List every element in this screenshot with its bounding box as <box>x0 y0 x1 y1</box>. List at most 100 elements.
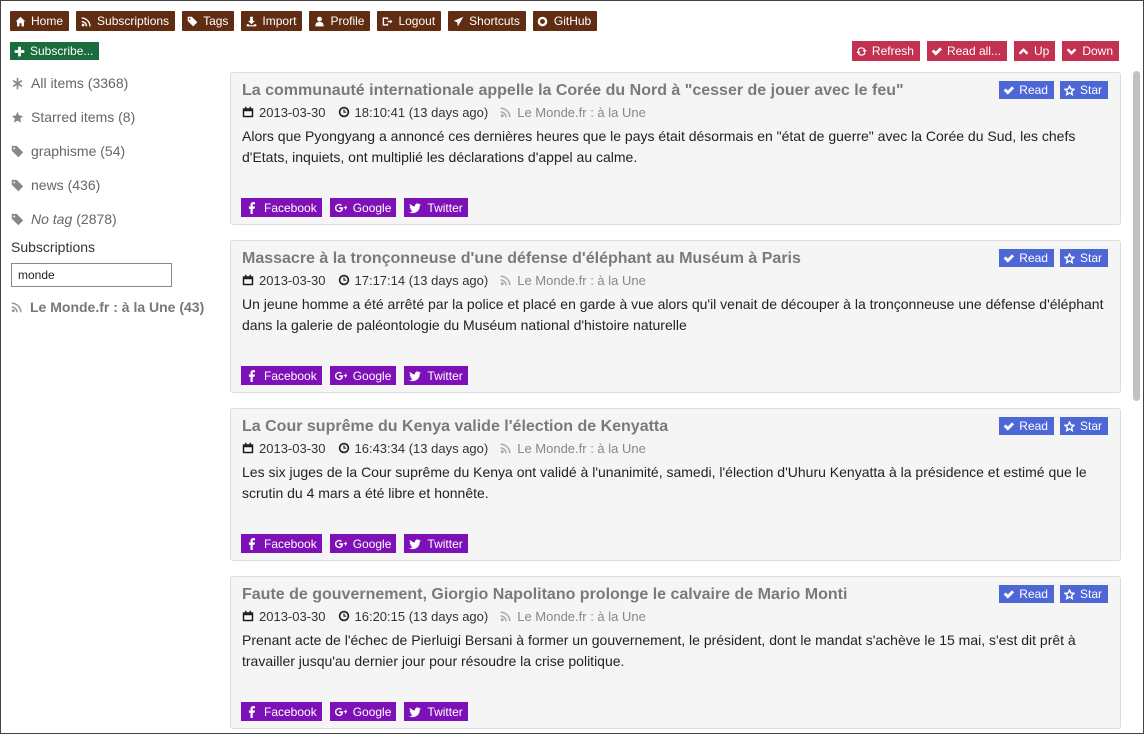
nav-shortcuts-button[interactable]: Shortcuts <box>448 11 526 31</box>
sidebar-item-feed-le-monde[interactable]: Le Monde.fr : à la Une (43) <box>11 299 211 315</box>
refresh-label: Refresh <box>871 44 914 58</box>
nav-import-button[interactable]: Import <box>241 11 303 31</box>
article-card: La communauté internationale appelle la … <box>230 72 1121 225</box>
article-time: 16:20:15 (13 days ago) <box>354 608 489 624</box>
read-all-label: Read all... <box>946 44 1001 58</box>
refresh-button[interactable]: Refresh <box>851 41 920 61</box>
twitter-icon <box>409 538 422 550</box>
tag-graphisme-count: (54) <box>100 143 126 159</box>
article-actions: Read Star <box>999 585 1108 603</box>
nav-tags-label: Tags <box>203 14 229 28</box>
sidebar-item-starred[interactable]: Starred items (8) <box>11 100 211 134</box>
subscribe-button[interactable]: Subscribe... <box>10 42 100 60</box>
nav-import-label: Import <box>262 14 297 28</box>
down-button[interactable]: Down <box>1062 41 1119 61</box>
read-all-button[interactable]: Read all... <box>926 41 1007 61</box>
star-button[interactable]: Star <box>1059 585 1108 603</box>
mark-read-label: Read <box>1019 251 1048 265</box>
up-button[interactable]: Up <box>1013 41 1056 61</box>
all-items-label: All items <box>31 75 84 91</box>
article-actions: Read Star <box>999 81 1108 99</box>
mark-read-button[interactable]: Read <box>999 417 1054 435</box>
share-google-button[interactable]: Google <box>329 198 397 217</box>
share-buttons: Facebook Google Twitter <box>241 198 468 217</box>
page-scrollbar[interactable] <box>1132 69 1141 733</box>
google-plus-icon <box>334 202 347 214</box>
article-title[interactable]: Faute de gouvernement, Giorgio Napolitan… <box>242 585 1110 605</box>
article-meta: 2013-03-30 17:17:14 (13 days ago) Le Mon… <box>242 272 1110 288</box>
nav-home-button[interactable]: Home <box>10 11 70 31</box>
article-body: Alors que Pyongyang a annoncé ces derniè… <box>242 128 1076 165</box>
share-twitter-label: Twitter <box>427 704 463 719</box>
no-tag-count: (2878) <box>76 211 117 227</box>
share-twitter-button[interactable]: Twitter <box>404 198 468 217</box>
star-button[interactable]: Star <box>1059 417 1108 435</box>
star-outline-icon <box>1063 84 1080 96</box>
share-buttons: Facebook Google Twitter <box>241 534 468 553</box>
sidebar-item-tag-news[interactable]: news (436) <box>11 168 211 202</box>
mark-read-button[interactable]: Read <box>999 81 1054 99</box>
share-twitter-label: Twitter <box>427 200 463 215</box>
article-source-link[interactable]: Le Monde.fr : à la Une <box>517 273 646 288</box>
twitter-icon <box>409 202 422 214</box>
nav-profile-button[interactable]: Profile <box>309 11 371 31</box>
nav-github-button[interactable]: GitHub <box>532 11 598 31</box>
nav-subscriptions-button[interactable]: Subscriptions <box>76 11 176 31</box>
facebook-icon <box>246 369 258 382</box>
share-facebook-button[interactable]: Facebook <box>241 534 322 553</box>
share-twitter-button[interactable]: Twitter <box>404 534 468 553</box>
sidebar-item-all-items[interactable]: All items (3368) <box>11 66 211 100</box>
share-twitter-button[interactable]: Twitter <box>404 702 468 721</box>
sidebar-item-tag-graphisme[interactable]: graphisme (54) <box>11 134 211 168</box>
feed-label: Le Monde.fr : à la Une (43) <box>30 299 205 315</box>
asterisk-icon <box>11 76 25 90</box>
share-buttons: Facebook Google Twitter <box>241 366 468 385</box>
mark-read-button[interactable]: Read <box>999 249 1054 267</box>
top-navigation: Home Subscriptions Tags Import Profile L… <box>10 11 598 31</box>
share-facebook-label: Facebook <box>264 704 317 719</box>
twitter-icon <box>409 370 422 382</box>
rss-icon <box>11 301 30 313</box>
share-google-button[interactable]: Google <box>329 366 397 385</box>
article-source-link[interactable]: Le Monde.fr : à la Une <box>517 441 646 456</box>
star-button[interactable]: Star <box>1059 249 1108 267</box>
article-meta: 2013-03-30 16:43:34 (13 days ago) Le Mon… <box>242 440 1110 456</box>
share-facebook-button[interactable]: Facebook <box>241 198 322 217</box>
star-icon <box>11 110 25 124</box>
article-source-link[interactable]: Le Monde.fr : à la Une <box>517 609 646 624</box>
tags-icon <box>186 15 198 27</box>
download-icon <box>245 15 257 27</box>
share-google-button[interactable]: Google <box>329 534 397 553</box>
share-facebook-label: Facebook <box>264 368 317 383</box>
plane-icon <box>452 15 464 27</box>
article-meta: 2013-03-30 18:10:41 (13 days ago) Le Mon… <box>242 104 1110 120</box>
nav-subscriptions-label: Subscriptions <box>97 14 170 28</box>
nav-logout-button[interactable]: Logout <box>377 11 442 31</box>
chevron-down-icon <box>1066 46 1082 57</box>
article-title[interactable]: La communauté internationale appelle la … <box>242 81 1110 101</box>
article-date: 2013-03-30 <box>259 272 326 288</box>
nav-tags-button[interactable]: Tags <box>182 11 235 31</box>
nav-home-label: Home <box>31 14 64 28</box>
sidebar-item-no-tag[interactable]: No tag (2878) <box>11 202 211 236</box>
share-twitter-label: Twitter <box>427 368 463 383</box>
star-button[interactable]: Star <box>1059 81 1108 99</box>
mark-read-button[interactable]: Read <box>999 585 1054 603</box>
article-date: 2013-03-30 <box>259 440 326 456</box>
starred-label: Starred items <box>31 109 115 125</box>
scrollbar-thumb[interactable] <box>1133 71 1140 401</box>
star-label: Star <box>1079 83 1102 97</box>
article-card: La Cour suprême du Kenya valide l'électi… <box>230 408 1121 561</box>
article-date: 2013-03-30 <box>259 608 326 624</box>
article-title[interactable]: La Cour suprême du Kenya valide l'électi… <box>242 417 1110 437</box>
share-google-button[interactable]: Google <box>329 702 397 721</box>
subscription-search-input[interactable] <box>11 263 172 287</box>
share-facebook-button[interactable]: Facebook <box>241 702 322 721</box>
share-facebook-button[interactable]: Facebook <box>241 366 322 385</box>
article-source-link[interactable]: Le Monde.fr : à la Une <box>517 105 646 120</box>
nav-shortcuts-label: Shortcuts <box>469 14 520 28</box>
article-title[interactable]: Massacre à la tronçonneuse d'une défense… <box>242 249 1110 269</box>
chevron-up-icon <box>1018 46 1034 57</box>
starred-count: (8) <box>118 109 136 125</box>
share-twitter-button[interactable]: Twitter <box>404 366 468 385</box>
